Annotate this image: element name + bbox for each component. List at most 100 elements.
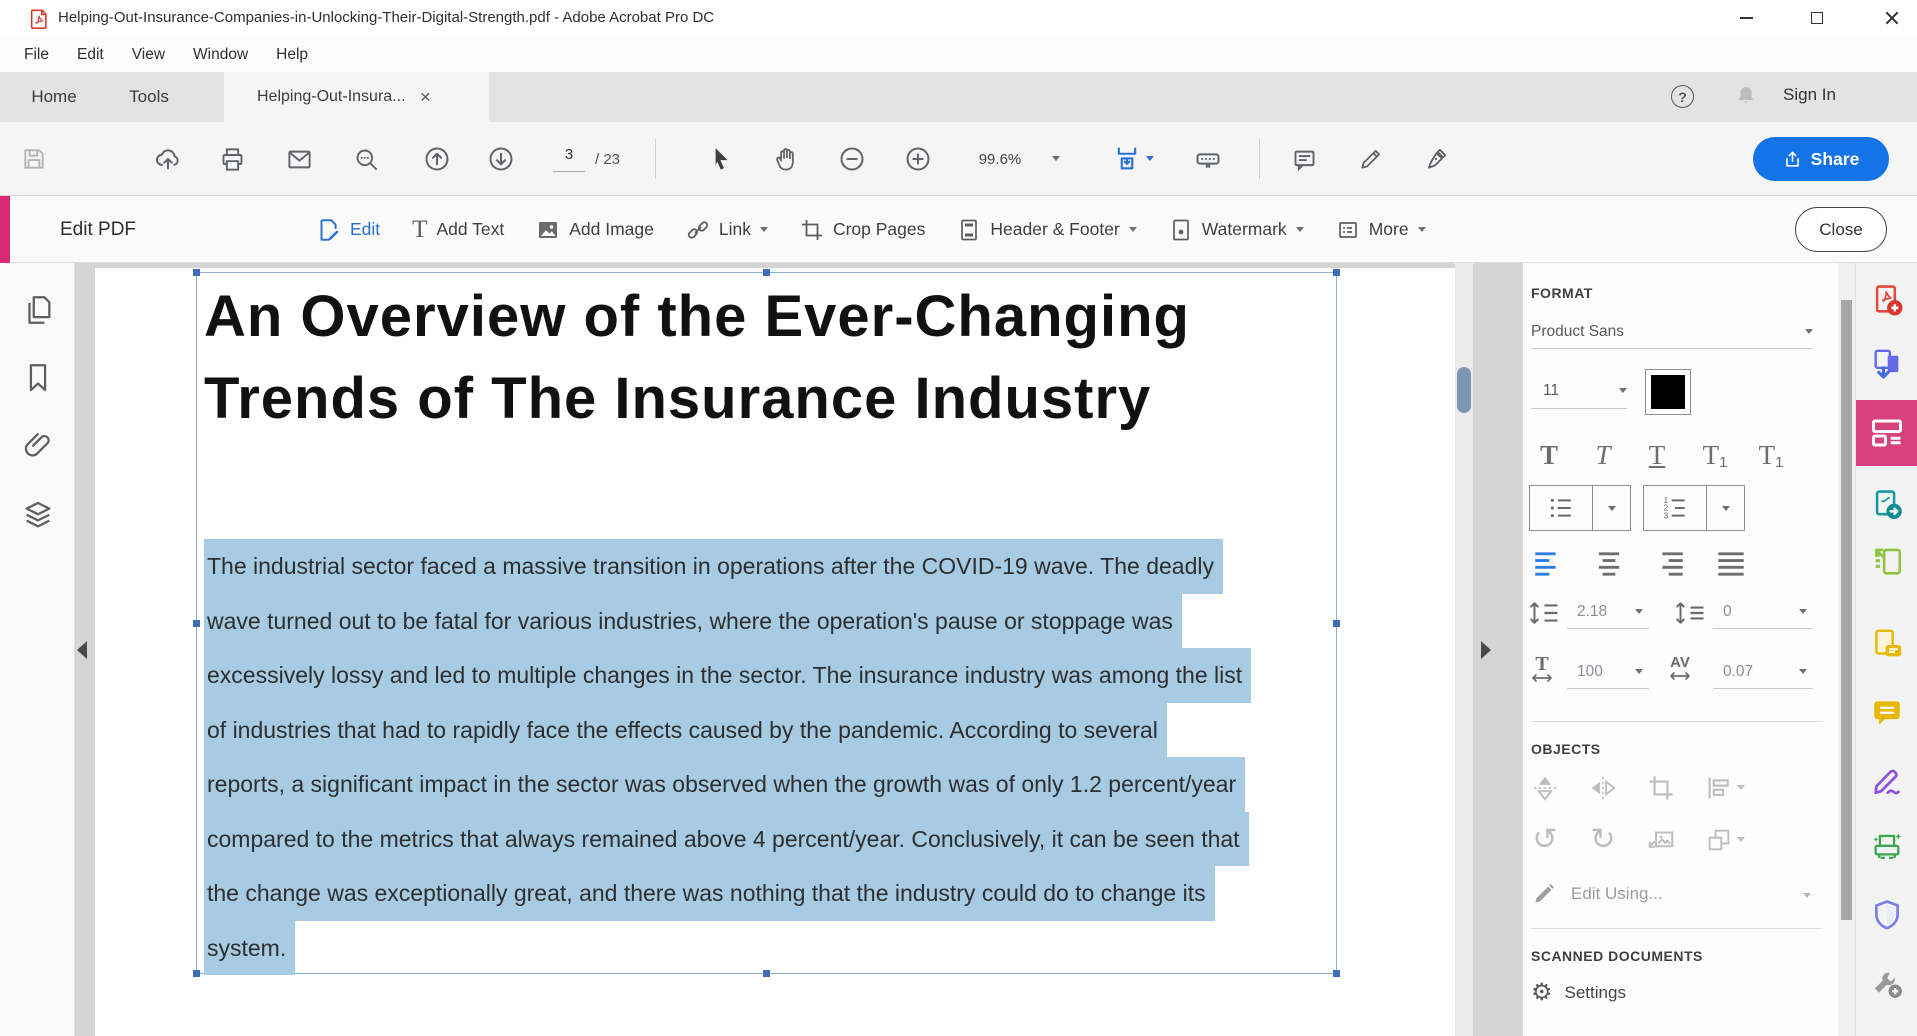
bulleted-list-dropdown-icon[interactable] <box>1592 486 1630 530</box>
more-button[interactable]: More <box>1336 218 1426 242</box>
save-icon[interactable] <box>19 144 49 174</box>
watermark-button[interactable]: Watermark <box>1169 218 1304 242</box>
layers-icon[interactable] <box>21 498 55 532</box>
export-pdf-icon[interactable] <box>1870 488 1904 522</box>
menu-file[interactable]: File <box>10 46 63 64</box>
zoom-level-value[interactable]: 99.6% <box>960 151 1040 168</box>
send-for-review-icon[interactable] <box>1870 628 1904 662</box>
minimize-button[interactable] <box>1724 2 1768 34</box>
align-justify-button[interactable] <box>1714 550 1748 578</box>
selection-handle[interactable] <box>1333 970 1340 977</box>
bulleted-list-button[interactable] <box>1529 485 1631 531</box>
zoom-in-icon[interactable] <box>903 144 933 174</box>
share-button[interactable]: Share <box>1753 137 1889 181</box>
align-left-button[interactable] <box>1531 550 1565 578</box>
subscript-button[interactable]: T1 <box>1747 431 1795 471</box>
selection-handle[interactable] <box>193 269 200 276</box>
menu-edit[interactable]: Edit <box>63 46 118 64</box>
panel-scrollbar-thumb[interactable] <box>1841 300 1852 920</box>
font-color-swatch[interactable] <box>1645 369 1691 415</box>
page-number-input[interactable]: 3 <box>553 146 585 172</box>
selection-handle[interactable] <box>193 970 200 977</box>
rotate-counterclockwise-icon[interactable]: ↺ <box>1527 823 1563 857</box>
page-view-dropdown-icon[interactable] <box>1146 156 1154 161</box>
numbered-list-button[interactable]: 123 <box>1643 485 1745 531</box>
paragraph-spacing-select[interactable]: 0 <box>1713 595 1813 629</box>
line-spacing-select[interactable]: 2.18 <box>1567 595 1649 629</box>
tab-close-icon[interactable]: ✕ <box>420 89 432 106</box>
bold-button[interactable]: T <box>1525 431 1573 471</box>
enhance-scans-icon[interactable] <box>1870 831 1904 865</box>
previous-page-icon[interactable] <box>422 144 452 174</box>
combine-files-icon[interactable] <box>1870 348 1904 382</box>
create-pdf-icon[interactable] <box>1870 283 1904 317</box>
numbered-list-dropdown-icon[interactable] <box>1706 486 1744 530</box>
tab-tools[interactable]: Tools <box>114 72 184 122</box>
comment-tool-icon[interactable] <box>1289 144 1319 174</box>
align-objects-icon[interactable] <box>1701 771 1737 805</box>
notifications-bell-icon[interactable] <box>1734 84 1758 108</box>
flip-vertical-icon[interactable] <box>1527 771 1563 805</box>
upload-cloud-icon[interactable] <box>153 144 183 174</box>
fill-and-sign-icon[interactable] <box>1870 763 1904 797</box>
selection-handle[interactable] <box>1333 269 1340 276</box>
next-page-icon[interactable] <box>486 144 516 174</box>
selection-handle[interactable] <box>1333 620 1340 627</box>
sign-in-link[interactable]: Sign In <box>1783 85 1836 105</box>
pencil-tool-icon[interactable] <box>1356 144 1386 174</box>
page-view-icon[interactable] <box>1112 144 1142 174</box>
edit-using-button[interactable]: Edit Using... <box>1531 881 1663 907</box>
maximize-button[interactable] <box>1795 2 1839 34</box>
superscript-button[interactable]: T1 <box>1691 431 1739 471</box>
comment-tool-rail-icon[interactable] <box>1870 695 1904 729</box>
select-pointer-icon[interactable] <box>706 144 736 174</box>
close-edit-button[interactable]: Close <box>1795 207 1887 252</box>
page-thumbnails-icon[interactable] <box>21 293 55 327</box>
document-scrollbar-thumb[interactable] <box>1457 367 1471 413</box>
font-size-select[interactable]: 11 <box>1531 373 1627 409</box>
collapse-right-panel-icon[interactable] <box>1481 641 1491 659</box>
bookmarks-icon[interactable] <box>21 361 55 395</box>
selection-handle[interactable] <box>763 269 770 276</box>
toolbar-ruler-icon[interactable] <box>1193 144 1223 174</box>
add-text-button[interactable]: T Add Text <box>412 219 504 241</box>
crop-object-icon[interactable] <box>1643 771 1679 805</box>
organize-pages-icon[interactable] <box>1870 545 1904 579</box>
zoom-dropdown-icon[interactable] <box>1052 156 1060 161</box>
link-button[interactable]: Link <box>686 218 768 242</box>
underline-button[interactable]: T <box>1633 431 1681 471</box>
font-family-select[interactable]: Product Sans <box>1531 315 1813 349</box>
replace-image-icon[interactable] <box>1643 823 1679 857</box>
align-right-button[interactable] <box>1653 550 1687 578</box>
rotate-clockwise-icon[interactable]: ↻ <box>1585 823 1621 857</box>
flip-horizontal-icon[interactable] <box>1585 771 1621 805</box>
close-window-button[interactable] <box>1870 2 1914 34</box>
add-image-button[interactable]: Add Image <box>536 218 654 242</box>
zoom-out-icon[interactable] <box>837 144 867 174</box>
tab-home[interactable]: Home <box>16 72 92 122</box>
tab-document[interactable]: Helping-Out-Insura... ✕ <box>224 72 489 122</box>
scanned-settings-button[interactable]: ⚙ Settings <box>1531 981 1626 1005</box>
edit-pdf-tool-icon[interactable] <box>1856 400 1917 466</box>
arrange-objects-icon[interactable] <box>1701 823 1737 857</box>
signature-pen-icon[interactable] <box>1421 144 1451 174</box>
collapse-left-panel-icon[interactable] <box>77 641 87 659</box>
menu-view[interactable]: View <box>118 46 179 64</box>
attachments-icon[interactable] <box>21 428 55 462</box>
character-spacing-select[interactable]: 0.07 <box>1713 655 1813 689</box>
menu-help[interactable]: Help <box>262 46 322 64</box>
print-icon[interactable] <box>217 144 247 174</box>
edit-tool-button[interactable]: Edit <box>315 217 380 243</box>
search-icon[interactable] <box>351 144 381 174</box>
selection-handle[interactable] <box>193 620 200 627</box>
italic-button[interactable]: T <box>1579 431 1627 471</box>
document-scrollbar[interactable] <box>1455 263 1473 1036</box>
header-footer-button[interactable]: Header & Footer <box>957 218 1136 242</box>
crop-pages-button[interactable]: Crop Pages <box>800 218 925 242</box>
panel-scrollbar[interactable] <box>1838 263 1855 1036</box>
align-center-button[interactable] <box>1592 550 1626 578</box>
protect-icon[interactable] <box>1870 898 1904 932</box>
menu-window[interactable]: Window <box>179 46 262 64</box>
help-icon[interactable]: ? <box>1671 85 1694 108</box>
more-tools-icon[interactable] <box>1870 966 1904 1000</box>
